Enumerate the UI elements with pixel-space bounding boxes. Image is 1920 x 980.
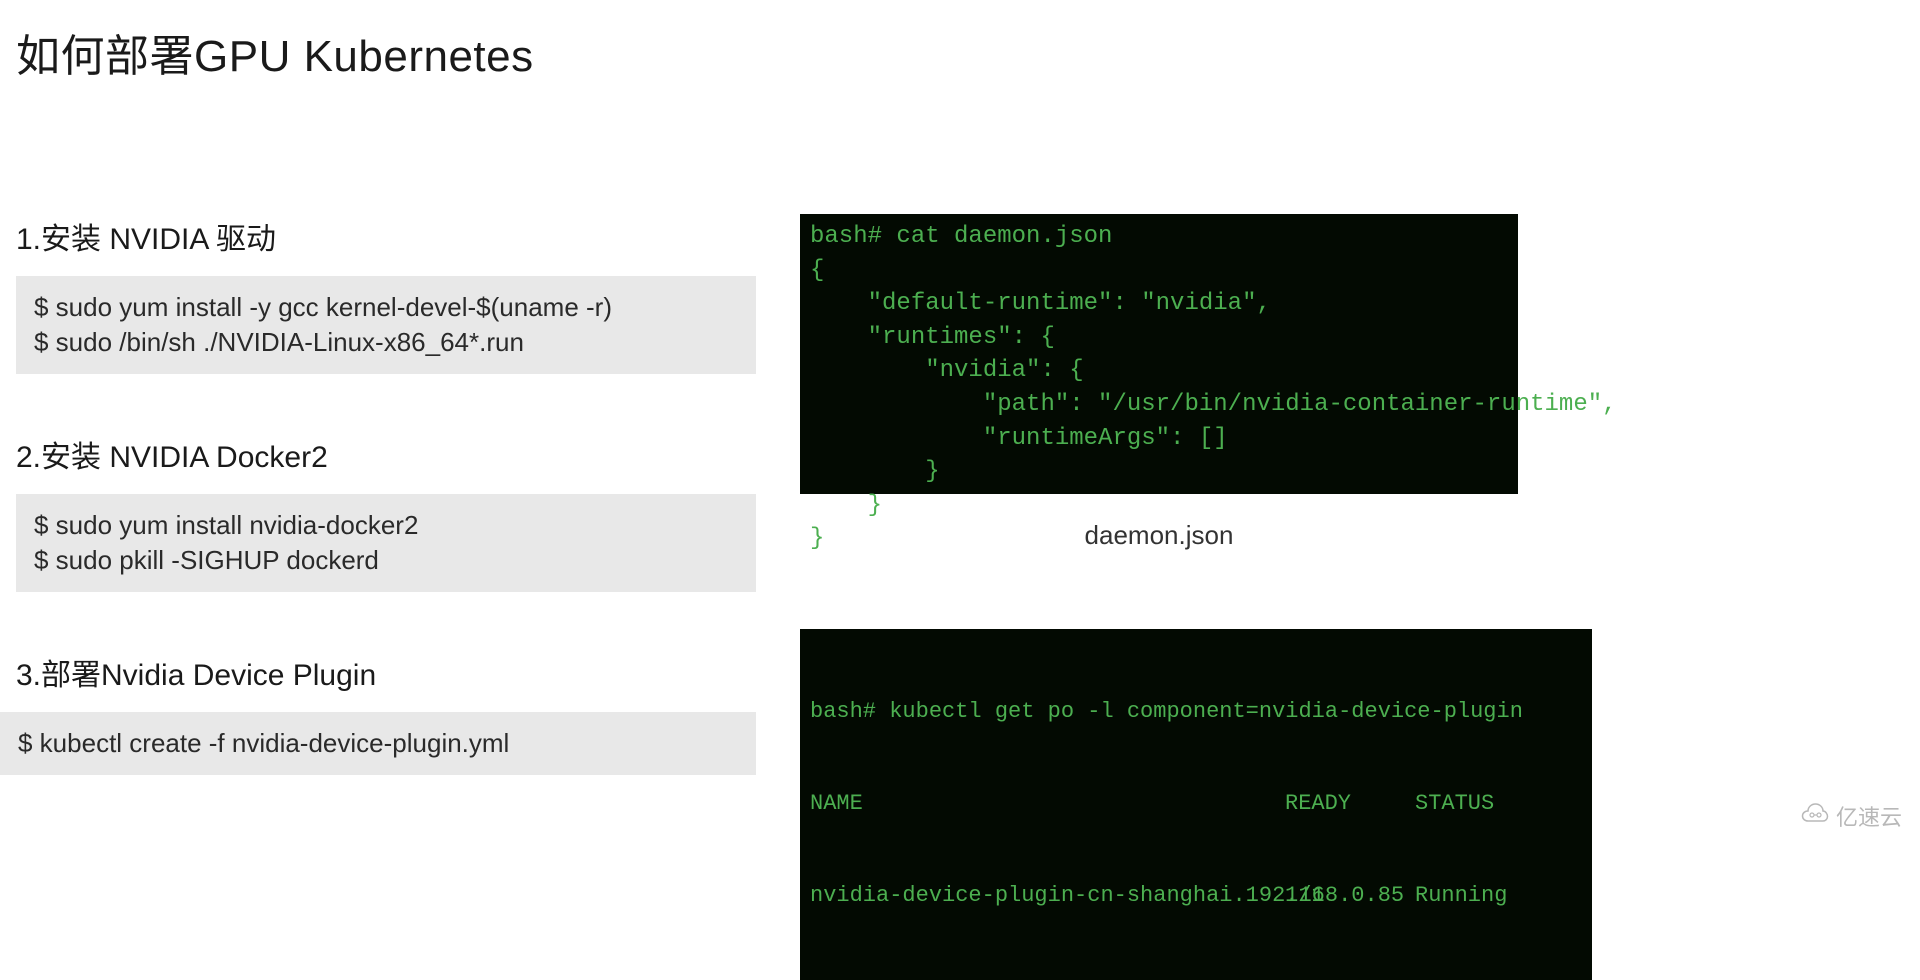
content-wrapper: 1.安装 NVIDIA 驱动 $ sudo yum install -y gcc… [0,84,1920,980]
code-line: $ sudo yum install nvidia-docker2 [34,508,738,543]
terminal-header-row: NAME READY STATUS [810,789,1582,820]
cloud-icon [1800,802,1830,831]
step-1-code-block: $ sudo yum install -y gcc kernel-devel-$… [16,276,756,374]
terminal-kubectl: bash# kubectl get po -l component=nvidia… [800,629,1592,980]
terminal-command-line: bash# kubectl get po -l component=nvidia… [810,697,1582,728]
code-line: $ sudo yum install -y gcc kernel-devel-$… [34,290,738,325]
terminal-daemon-json-label: daemon.json [800,520,1518,551]
step-3-code-block: $ kubectl create -f nvidia-device-plugin… [0,712,756,775]
col-ready-value: 1/1 [1285,881,1415,912]
code-line: $ sudo /bin/sh ./NVIDIA-Linux-x86_64*.ru… [34,325,738,360]
watermark: 亿速云 [1800,800,1902,832]
terminal-data-row: nvidia-device-plugin-cn-shanghai.192.168… [810,881,1582,912]
step-1-heading: 1.安装 NVIDIA 驱动 [16,214,760,258]
code-line: $ kubectl create -f nvidia-device-plugin… [18,726,738,761]
col-name-value: nvidia-device-plugin-cn-shanghai.192.168… [810,881,1285,912]
step-1: 1.安装 NVIDIA 驱动 $ sudo yum install -y gcc… [16,214,760,374]
step-2-heading: 2.安装 NVIDIA Docker2 [16,432,760,476]
watermark-text: 亿速云 [1836,800,1902,832]
step-2-code-block: $ sudo yum install nvidia-docker2 $ sudo… [16,494,756,592]
terminal-daemon-json: bash# cat daemon.json { "default-runtime… [800,214,1518,494]
left-column: 1.安装 NVIDIA 驱动 $ sudo yum install -y gcc… [0,214,760,980]
page-title: 如何部署GPU Kubernetes [0,0,1920,84]
col-name-header: NAME [810,789,1285,820]
step-3: 3.部署Nvidia Device Plugin $ kubectl creat… [16,650,760,775]
col-status-header: STATUS [1415,789,1582,820]
col-status-value: Running [1415,881,1582,912]
right-column: bash# cat daemon.json { "default-runtime… [760,214,1920,980]
col-ready-header: READY [1285,789,1415,820]
code-line: $ sudo pkill -SIGHUP dockerd [34,543,738,578]
step-3-heading: 3.部署Nvidia Device Plugin [16,650,760,694]
step-2: 2.安装 NVIDIA Docker2 $ sudo yum install n… [16,432,760,592]
